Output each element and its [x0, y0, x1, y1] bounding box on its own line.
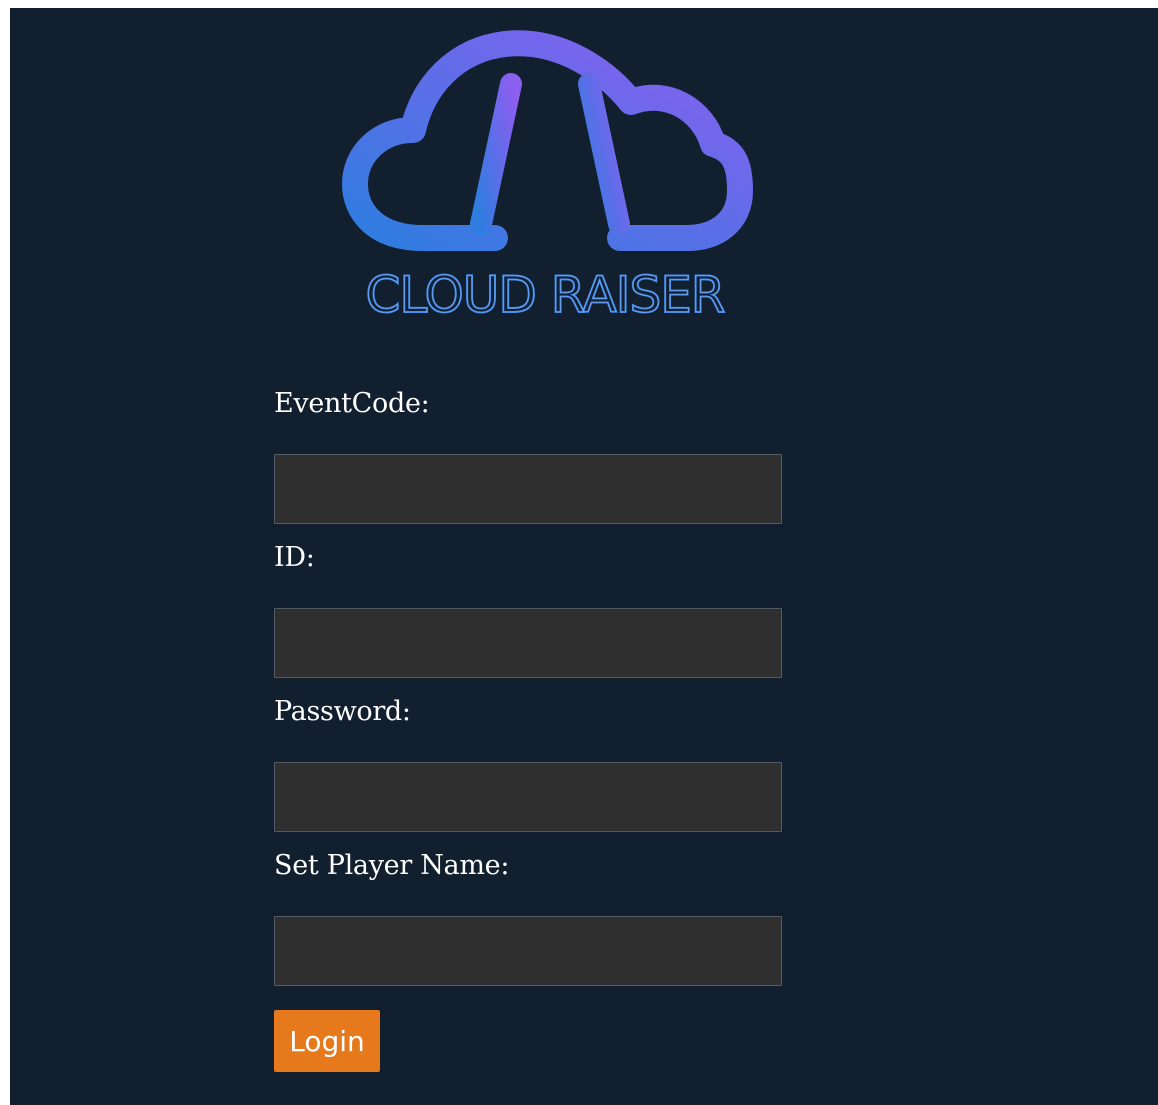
player-name-label: Set Player Name:	[274, 850, 510, 881]
player-name-input[interactable]	[274, 916, 782, 986]
login-button[interactable]: Login	[274, 1010, 380, 1072]
id-label: ID:	[274, 542, 315, 573]
password-label: Password:	[274, 696, 411, 727]
svg-text:CLOUD RAISER: CLOUD RAISER	[365, 266, 724, 324]
eventcode-input[interactable]	[274, 454, 782, 524]
cloud-ladder-icon: CLOUD RAISER CLOUD RAISER	[342, 30, 753, 325]
cloud-raiser-logo: CLOUD RAISER CLOUD RAISER	[335, 26, 755, 336]
password-input[interactable]	[274, 762, 782, 832]
id-input[interactable]	[274, 608, 782, 678]
eventcode-label: EventCode:	[274, 388, 430, 419]
login-page: CLOUD RAISER CLOUD RAISER EventCode: ID:…	[10, 8, 1158, 1105]
login-form: EventCode: ID: Password: Set Player Name…	[274, 388, 784, 1072]
